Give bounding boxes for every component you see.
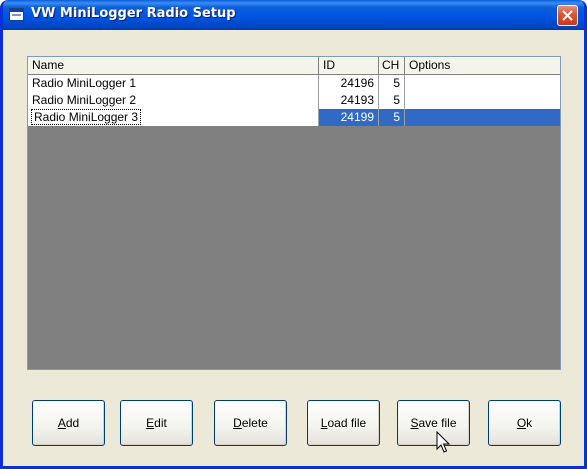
add-mnemonic: A (57, 416, 66, 430)
edit-mnemonic: E (146, 416, 155, 430)
mouse-pointer-icon (436, 431, 450, 453)
edit-label: dit (154, 416, 167, 430)
load-file-button[interactable]: Load file (307, 400, 380, 446)
cell-name: Radio MiniLogger 1 (28, 75, 319, 92)
column-header-id[interactable]: ID (319, 57, 379, 75)
row-name-text: Radio MiniLogger 2 (32, 93, 137, 107)
cell-options (405, 75, 560, 92)
cell-name: Radio MiniLogger 3 (28, 109, 319, 126)
cell-ch: 5 (379, 75, 405, 92)
list-row[interactable]: Radio MiniLogger 1 24196 5 (28, 75, 560, 92)
close-button[interactable] (557, 5, 578, 26)
row-name-text: Radio MiniLogger 3 (30, 109, 142, 125)
list-row[interactable]: Radio MiniLogger 2 24193 5 (28, 92, 560, 109)
cell-id: 24193 (319, 92, 379, 109)
cell-id: 24196 (319, 75, 379, 92)
column-header-name[interactable]: Name (28, 57, 319, 75)
delete-button[interactable]: Delete (214, 400, 287, 446)
cell-options (405, 92, 560, 109)
delete-mnemonic: D (233, 416, 242, 430)
window-title: VW MiniLogger Radio Setup (31, 6, 236, 21)
edit-button[interactable]: Edit (120, 400, 193, 446)
cell-ch: 5 (379, 109, 405, 126)
save-file-button[interactable]: Save file (397, 400, 470, 446)
cell-name: Radio MiniLogger 2 (28, 92, 319, 109)
ok-label: k (526, 416, 533, 430)
radio-list[interactable]: Name ID CH Options Radio MiniLogger 1 24… (27, 56, 561, 370)
column-header-ch[interactable]: CH (379, 57, 405, 75)
window-app-icon (9, 8, 24, 21)
save-label: ave file (418, 416, 457, 430)
cell-id: 24199 (319, 109, 379, 126)
close-x-icon (562, 10, 573, 21)
load-label: oad file (327, 416, 367, 430)
title-bar[interactable]: VW MiniLogger Radio Setup (3, 0, 584, 30)
ok-mnemonic: O (516, 416, 527, 430)
cell-options (405, 109, 560, 126)
cell-ch: 5 (379, 92, 405, 109)
add-button[interactable]: Add (32, 400, 105, 446)
row-name-text: Radio MiniLogger 1 (32, 76, 137, 90)
delete-label: elete (241, 416, 268, 430)
list-header: Name ID CH Options (28, 57, 560, 75)
dialog-window: VW MiniLogger Radio Setup Name ID CH Opt… (0, 0, 587, 469)
column-header-options[interactable]: Options (405, 57, 560, 75)
list-row-selected[interactable]: Radio MiniLogger 3 24199 5 (28, 109, 560, 126)
add-label: dd (65, 416, 80, 430)
ok-button[interactable]: Ok (488, 400, 561, 446)
